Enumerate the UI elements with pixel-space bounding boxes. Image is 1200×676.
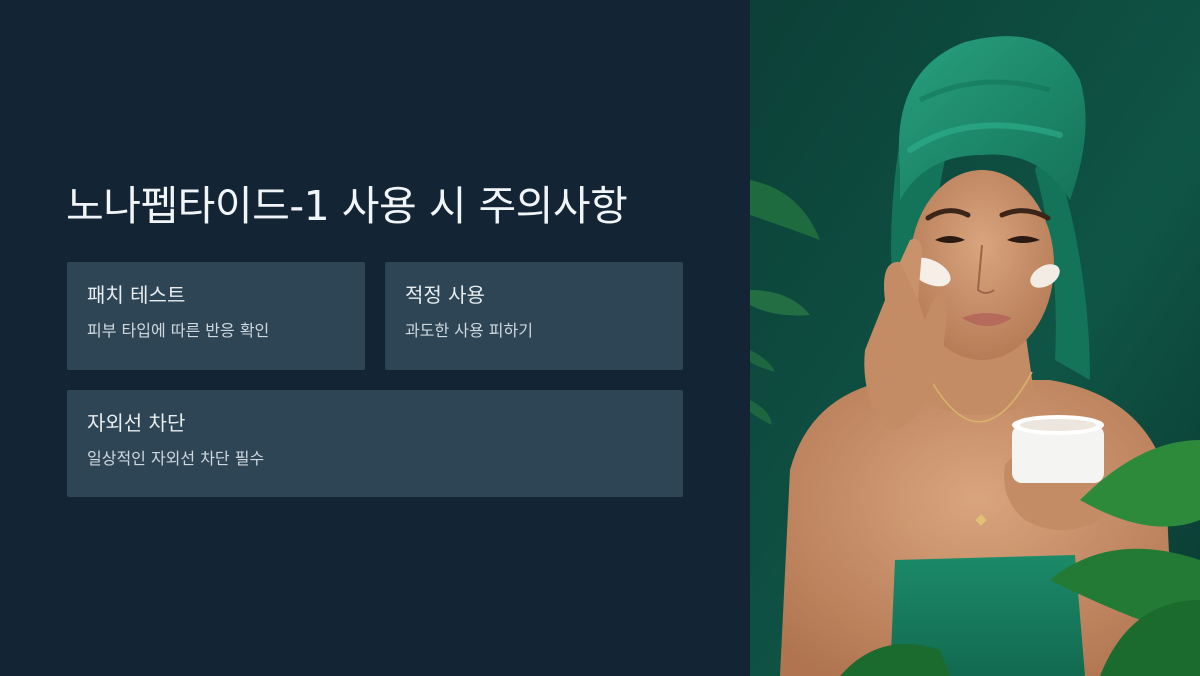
card-description: 일상적인 자외선 차단 필수: [87, 449, 265, 468]
card-description: 과도한 사용 피하기: [405, 321, 533, 340]
card-title: 패치 테스트: [87, 283, 186, 307]
woman-applying-cream-icon: [750, 0, 1200, 676]
card-proper-use: 적정 사용 과도한 사용 피하기: [385, 262, 683, 370]
card-patch-test: 패치 테스트 피부 타입에 따른 반응 확인: [67, 262, 365, 370]
slide: 노나펩타이드-1 사용 시 주의사항 패치 테스트 피부 타입에 따른 반응 확…: [0, 0, 1200, 676]
card-title: 적정 사용: [405, 283, 485, 307]
slide-title: 노나펩타이드-1 사용 시 주의사항: [66, 182, 628, 230]
card-uv-protection: 자외선 차단 일상적인 자외선 차단 필수: [67, 390, 683, 497]
content-panel: 노나펩타이드-1 사용 시 주의사항 패치 테스트 피부 타입에 따른 반응 확…: [0, 0, 750, 676]
card-description: 피부 타입에 따른 반응 확인: [87, 321, 270, 340]
card-title: 자외선 차단: [87, 411, 186, 435]
